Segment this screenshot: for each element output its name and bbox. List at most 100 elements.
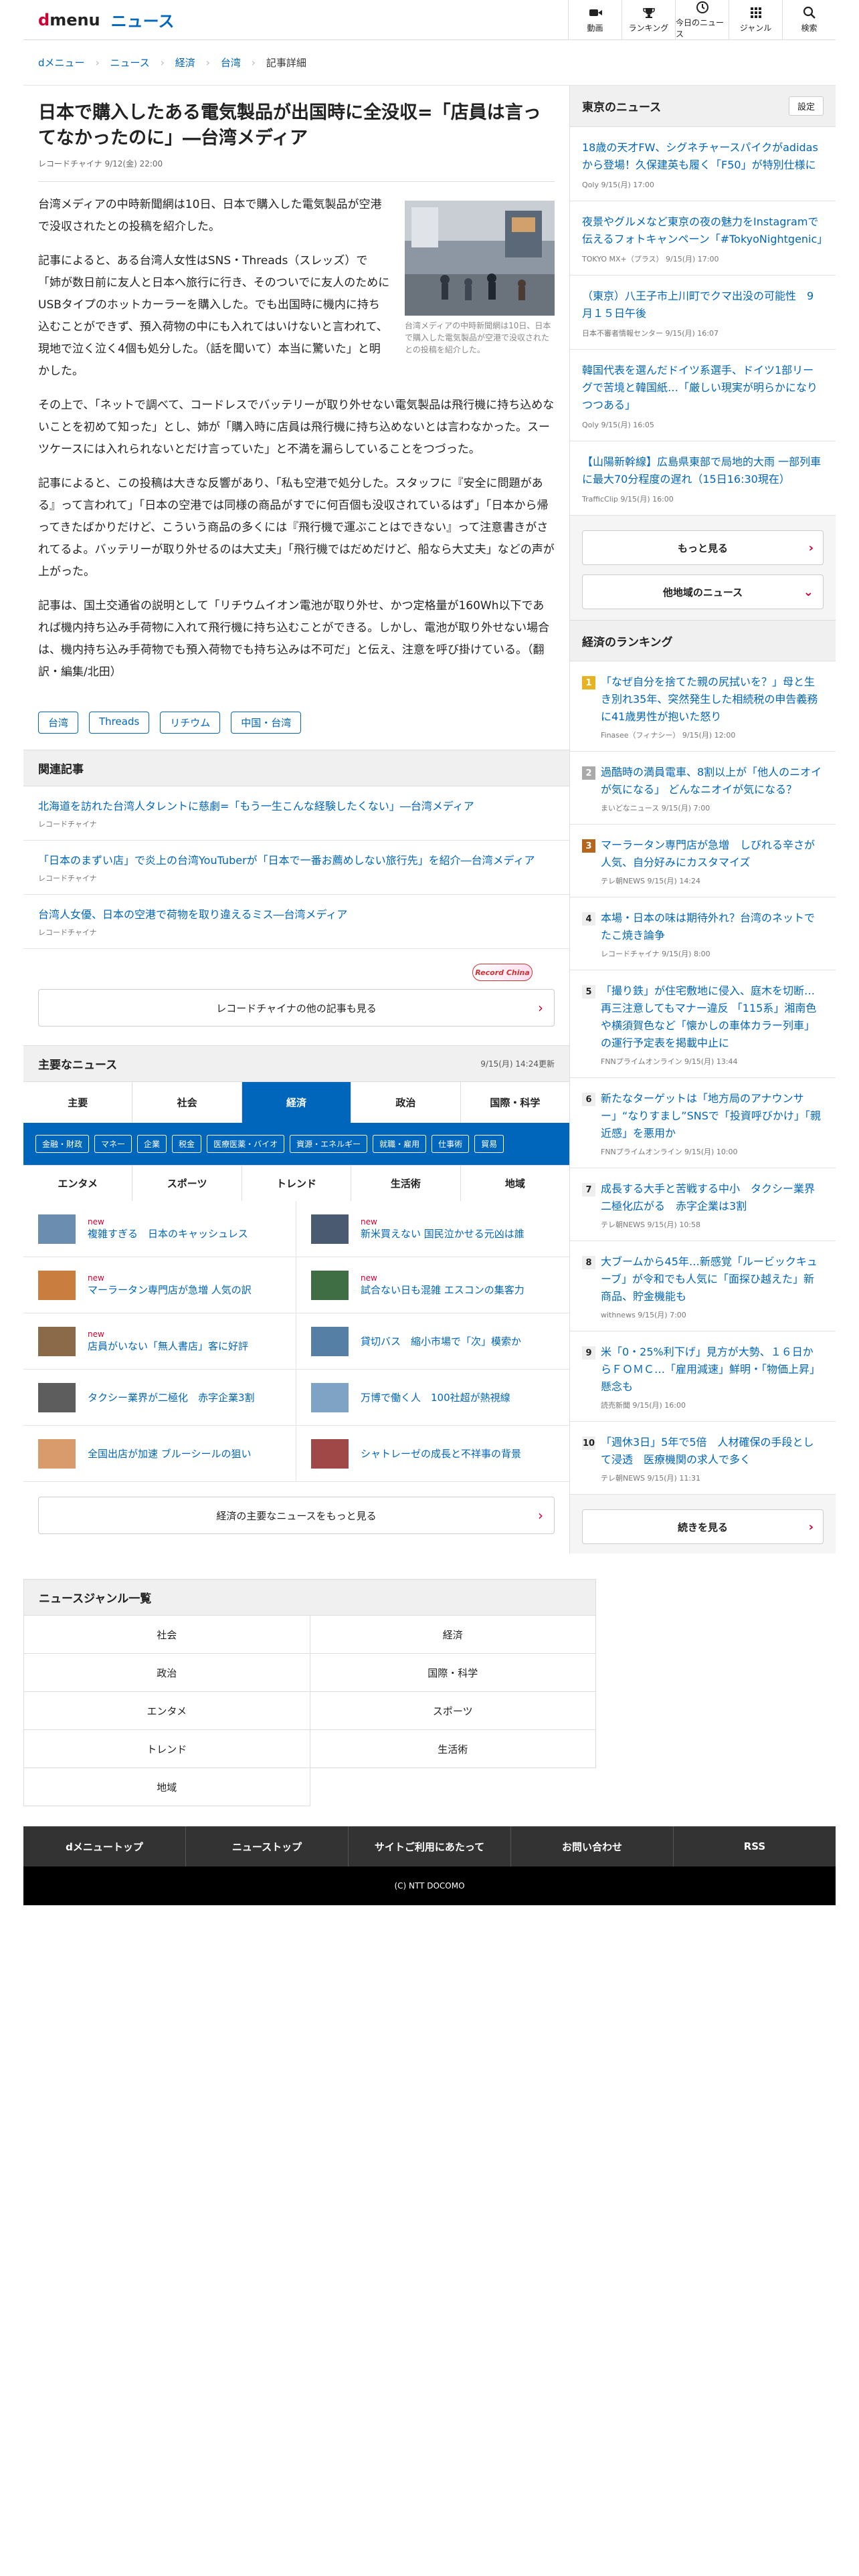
- economy-subtag[interactable]: 企業: [137, 1135, 167, 1153]
- related-title[interactable]: 「日本のまずい店」で炎上の台湾YouTuberが「日本で一番お薦めしない旅行先」…: [38, 851, 555, 867]
- article-tag[interactable]: 台湾: [38, 712, 79, 734]
- header-nav-item[interactable]: 動画: [568, 0, 622, 40]
- tab-2[interactable]: 経済: [242, 1081, 352, 1123]
- tokyo-news-title[interactable]: 夜景やグルメなど東京の夜の魅力をInstagramで伝えるフォトキャンペーン「#…: [582, 213, 828, 248]
- article-figure[interactable]: 台湾メディアの中時新聞網は10日、日本で購入した電気製品が空港で没収されたとの投…: [405, 201, 555, 356]
- major-news-title[interactable]: シャトレーゼの成長と不祥事の背景: [361, 1448, 521, 1460]
- tokyo-news-item[interactable]: 韓国代表を選んだドイツ系選手、ドイツ1部リーグで苦境と韓国紙…「厳しい現実が明ら…: [570, 350, 836, 441]
- ranking-item[interactable]: 5 「撮り鉄」が住宅敷地に侵入、庭木を切断…再三注意してもマナー違反 「115系」…: [570, 970, 836, 1078]
- ranking-title[interactable]: マーラータン専門店が急増 しびれる辛さが人気、自分好みにカスタマイズ: [601, 837, 824, 871]
- ranking-title[interactable]: 成長する大手と苦戦する中小 タクシー業界二極化広がる 赤字企業は3割: [601, 1180, 824, 1215]
- article-tag[interactable]: リチウム: [160, 712, 221, 734]
- genre-item[interactable]: 政治: [24, 1654, 310, 1692]
- ranking-title[interactable]: 新たなターゲットは「地方局のアナウンサー」“なりすまし”SNSで「投資呼びかけ」…: [601, 1090, 824, 1142]
- breadcrumb-link[interactable]: ニュース: [110, 56, 150, 70]
- breadcrumb-link[interactable]: 台湾: [221, 56, 241, 70]
- genre-item[interactable]: 国際・科学: [310, 1654, 596, 1692]
- header-nav-item[interactable]: 今日のニュース: [675, 0, 729, 40]
- header-nav-item[interactable]: ジャンル: [729, 0, 782, 40]
- genre-item[interactable]: 生活術: [310, 1730, 596, 1768]
- ranking-item[interactable]: 4 本場・日本の味は期待外れ？台湾のネットでたこ焼き論争 レコードチャイナ 9/15…: [570, 897, 836, 970]
- tab-secondary-4[interactable]: 地域: [460, 1165, 570, 1201]
- tokyo-news-title[interactable]: （東京）八王子市上川町でクマ出没の可能性 9月１５日午後: [582, 288, 824, 322]
- genre-item[interactable]: 経済: [310, 1616, 596, 1654]
- breadcrumb-link[interactable]: 経済: [175, 56, 195, 70]
- major-news-title[interactable]: 店員がいない「無人書店」客に好評: [88, 1340, 248, 1352]
- genre-item[interactable]: トレンド: [24, 1730, 310, 1768]
- ranking-item[interactable]: 2 過酷時の満員電車、8割以上が「他人のニオイが気になる」 どんなニオイが気になる…: [570, 752, 836, 825]
- article-tag[interactable]: Threads: [89, 712, 150, 734]
- header-nav-item[interactable]: 検索: [782, 0, 836, 40]
- ranking-title[interactable]: 大ブームから45年…新感覚「ルービックキューブ」が令和でも人気に「面探ひ越えた」…: [601, 1253, 824, 1305]
- major-news-item[interactable]: new 新米買えない 国民泣かせる元凶は誰: [296, 1201, 569, 1257]
- footer-link[interactable]: サイトご利用にあたって: [349, 1826, 511, 1866]
- genre-item[interactable]: スポーツ: [310, 1692, 596, 1730]
- economy-subtag[interactable]: 医療医薬・バイオ: [207, 1135, 285, 1153]
- tokyo-news-item[interactable]: 18歳の天才FW、シグネチャースパイクがadidasから登場！久保建英も履く「F…: [570, 127, 836, 201]
- ranking-title[interactable]: 過酷時の満員電車、8割以上が「他人のニオイが気になる」 どんなニオイが気になる？: [601, 764, 824, 798]
- ranking-title[interactable]: 「撮り鉄」が住宅敷地に侵入、庭木を切断…再三注意してもマナー違反 「115系」湘…: [601, 982, 824, 1052]
- tab-3[interactable]: 政治: [351, 1081, 461, 1123]
- major-news-item[interactable]: new マーラータン専門店が急増 人気の訳: [23, 1257, 296, 1313]
- tab-secondary-3[interactable]: 生活術: [351, 1165, 461, 1201]
- ranking-item[interactable]: 3 マーラータン専門店が急増 しびれる辛さが人気、自分好みにカスタマイズ テレ朝NE…: [570, 825, 836, 897]
- economy-subtag[interactable]: 仕事術: [432, 1135, 470, 1153]
- other-regions-button[interactable]: 他地域のニュース ⌄: [582, 574, 824, 609]
- ranking-item[interactable]: 10 「週休3日」5年で5倍 人材確保の手段として浸透 医療機関の求人で多く テレ朝…: [570, 1422, 836, 1495]
- economy-subtag[interactable]: 就職・雇用: [373, 1135, 427, 1153]
- ranking-title[interactable]: 「なぜ自分を捨てた親の尻拭いを？」母と生き別れ35年、突然発生した相続税の申告義…: [601, 673, 824, 726]
- ranking-title[interactable]: 米「0・25%利下げ」見方が大勢、１６日からＦＯＭＣ…「雇用減速」鮮明・「物価上…: [601, 1344, 824, 1396]
- economy-subtag[interactable]: 資源・エネルギー: [290, 1135, 368, 1153]
- major-news-title[interactable]: 新米買えない 国民泣かせる元凶は誰: [361, 1228, 524, 1240]
- ranking-more-button[interactable]: 続きを見る ›: [582, 1509, 824, 1544]
- tab-secondary-2[interactable]: トレンド: [242, 1165, 352, 1201]
- major-news-title[interactable]: タクシー業界が二極化 赤字企業3割: [88, 1392, 255, 1404]
- major-news-item[interactable]: タクシー業界が二極化 赤字企業3割: [23, 1370, 296, 1426]
- related-item[interactable]: 「日本のまずい店」で炎上の台湾YouTuberが「日本で一番お薦めしない旅行先」…: [23, 841, 569, 895]
- related-item[interactable]: 台湾人女優、日本の空港で荷物を取り違えるミス―台湾メディア レコードチャイナ: [23, 895, 569, 949]
- tab-secondary-1[interactable]: スポーツ: [132, 1165, 242, 1201]
- article-tag[interactable]: 中国・台湾: [231, 712, 302, 734]
- ranking-title[interactable]: 「週休3日」5年で5倍 人材確保の手段として浸透 医療機関の求人で多く: [601, 1434, 824, 1469]
- tab-secondary-0[interactable]: エンタメ: [23, 1165, 133, 1201]
- settings-button[interactable]: 設定: [788, 96, 824, 116]
- related-item[interactable]: 北海道を訪れた台湾人タレントに慈劇=「もう一生こんな経験したくない」―台湾メディ…: [23, 786, 569, 841]
- major-news-title[interactable]: マーラータン専門店が急増 人気の訳: [88, 1284, 252, 1296]
- genre-item[interactable]: 地域: [24, 1768, 310, 1806]
- major-news-item[interactable]: new 複雑すぎる 日本のキャッシュレス: [23, 1201, 296, 1257]
- tab-4[interactable]: 国際・科学: [460, 1081, 570, 1123]
- publisher-more-button[interactable]: レコードチャイナの他の記事も見る ›: [38, 989, 555, 1027]
- tokyo-news-title[interactable]: 18歳の天才FW、シグネチャースパイクがadidasから登場！久保建英も履く「F…: [582, 139, 824, 174]
- major-news-item[interactable]: シャトレーゼの成長と不祥事の背景: [296, 1426, 569, 1482]
- ranking-item[interactable]: 1 「なぜ自分を捨てた親の尻拭いを？」母と生き別れ35年、突然発生した相続税の申告…: [570, 661, 836, 752]
- major-news-title[interactable]: 複雑すぎる 日本のキャッシュレス: [88, 1228, 248, 1240]
- tokyo-news-item[interactable]: 【山陽新幹線】広島県東部で局地的大雨 一部列車に最大70分程度の遅れ（15日16…: [570, 441, 836, 516]
- economy-subtag[interactable]: 金融・財政: [35, 1135, 90, 1153]
- tokyo-news-item[interactable]: （東京）八王子市上川町でクマ出没の可能性 9月１５日午後 日本不審者情報センター …: [570, 276, 836, 350]
- header-nav-item[interactable]: ランキング: [622, 0, 675, 40]
- major-news-title[interactable]: 全国出店が加速 ブルーシールの狙い: [88, 1448, 251, 1460]
- economy-more-button[interactable]: 経済の主要なニュースをもっと見る ›: [38, 1497, 555, 1534]
- major-news-title[interactable]: 試合ない日も混雑 エスコンの集客力: [361, 1284, 524, 1296]
- tokyo-news-title[interactable]: 韓国代表を選んだドイツ系選手、ドイツ1部リーグで苦境と韓国紙…「厳しい現実が明ら…: [582, 362, 824, 414]
- site-logo[interactable]: d menu ニュース: [23, 8, 174, 31]
- footer-link[interactable]: お問い合わせ: [511, 1826, 674, 1866]
- economy-subtag[interactable]: マネー: [94, 1135, 132, 1153]
- ranking-item[interactable]: 9 米「0・25%利下げ」見方が大勢、１６日からＦＯＭＣ…「雇用減速」鮮明・「物価…: [570, 1331, 836, 1422]
- major-news-item[interactable]: 万博で働く人 100社超が熱視線: [296, 1370, 569, 1426]
- genre-item[interactable]: エンタメ: [24, 1692, 310, 1730]
- tokyo-more-button[interactable]: もっと見る ›: [582, 530, 824, 565]
- tab-1[interactable]: 社会: [132, 1081, 242, 1123]
- footer-link[interactable]: ニューストップ: [186, 1826, 349, 1866]
- major-news-title[interactable]: 貸切バス 縮小市場で「次」模索か: [361, 1335, 521, 1348]
- major-news-item[interactable]: 全国出店が加速 ブルーシールの狙い: [23, 1426, 296, 1482]
- tokyo-news-item[interactable]: 夜景やグルメなど東京の夜の魅力をInstagramで伝えるフォトキャンペーン「#…: [570, 201, 836, 276]
- footer-link[interactable]: dメニュートップ: [23, 1826, 186, 1866]
- related-title[interactable]: 台湾人女優、日本の空港で荷物を取り違えるミス―台湾メディア: [38, 905, 555, 922]
- tab-0[interactable]: 主要: [23, 1081, 133, 1123]
- breadcrumb-link[interactable]: dメニュー: [38, 56, 85, 70]
- economy-subtag[interactable]: 貿易: [474, 1135, 504, 1153]
- footer-link[interactable]: RSS: [674, 1826, 836, 1866]
- record-china-logo[interactable]: Record China: [472, 964, 533, 981]
- major-news-title[interactable]: 万博で働く人 100社超が熱視線: [361, 1392, 510, 1404]
